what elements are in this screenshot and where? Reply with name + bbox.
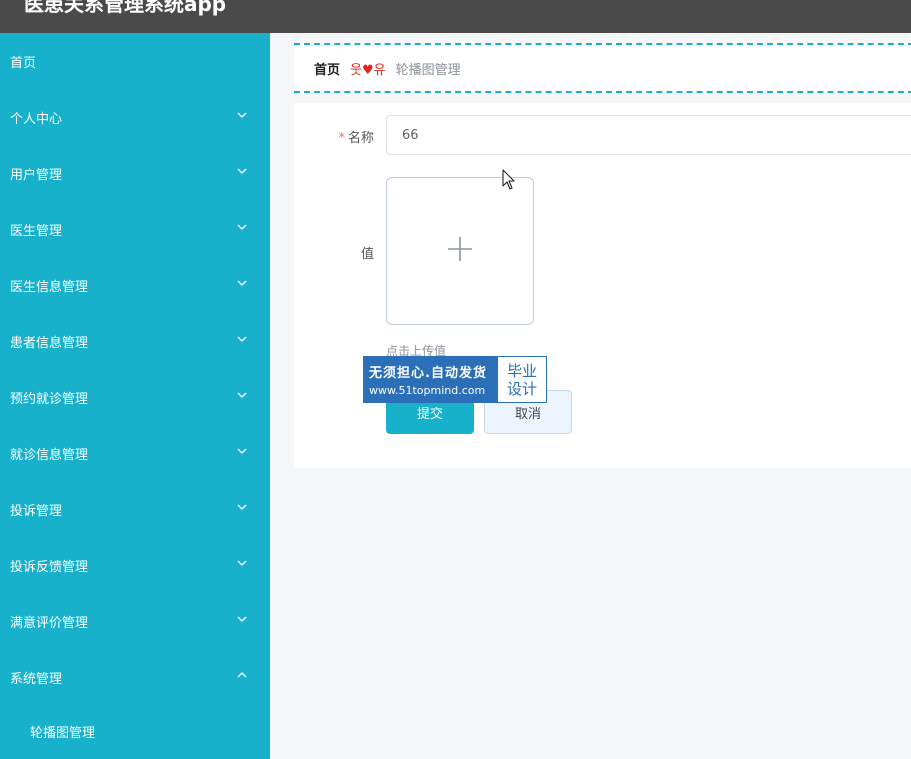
- sidebar-item-label: 投诉管理: [10, 503, 63, 519]
- chevron-down-icon: [236, 333, 248, 345]
- chevron-down-icon: [236, 109, 248, 121]
- name-input[interactable]: [386, 115, 911, 155]
- sidebar-item-system-management[interactable]: 系统管理: [0, 649, 270, 705]
- sidebar-item-label: 满意评价管理: [10, 615, 89, 631]
- sidebar-item-label: 投诉反馈管理: [10, 559, 89, 575]
- watermark-url: www.51topmind.com: [369, 384, 486, 397]
- breadcrumb-current: 轮播图管理: [395, 62, 461, 78]
- chevron-up-icon: [236, 669, 248, 681]
- watermark-banner: 无须担心.自动发货 www.51topmind.com 毕业 设计: [363, 356, 547, 403]
- sidebar-item-label: 医生信息管理: [10, 279, 89, 295]
- sidebar-item-label: 预约就诊管理: [10, 391, 89, 407]
- chevron-down-icon: [236, 165, 248, 177]
- heart-icon: ♥: [361, 62, 374, 78]
- sidebar-item-patient-info-management[interactable]: 患者信息管理: [0, 313, 270, 369]
- value-label: 值: [360, 247, 374, 262]
- breadcrumb-separator-left: 웃: [350, 62, 362, 78]
- chevron-down-icon: [236, 501, 248, 513]
- breadcrumb-separator-right: 유: [373, 62, 386, 78]
- chevron-down-icon: [236, 557, 248, 569]
- watermark-right-bottom: 设计: [506, 379, 537, 398]
- app-title: 医患关系管理系统app: [24, 0, 227, 16]
- name-label: * 名称: [294, 127, 374, 146]
- name-label-text: 名称: [347, 131, 374, 146]
- sidebar-item-label: 个人中心: [10, 111, 63, 127]
- chevron-down-icon: [236, 389, 248, 401]
- breadcrumb: 首页 웃♥유 轮播图管理: [294, 43, 911, 93]
- chevron-down-icon: [236, 613, 248, 625]
- watermark-right: 毕业 设计: [498, 357, 546, 402]
- sidebar-item-label: 就诊信息管理: [10, 447, 89, 463]
- breadcrumb-home[interactable]: 首页: [314, 59, 340, 78]
- sidebar-item-satisfaction-management[interactable]: 满意评价管理: [0, 593, 270, 649]
- image-uploader[interactable]: [386, 177, 534, 325]
- sidebar-item-label: 医生管理: [10, 223, 63, 239]
- sidebar-subitem-carousel-management[interactable]: 轮播图管理: [0, 705, 270, 757]
- plus-icon: [447, 236, 473, 266]
- watermark-slogan: 无须担心.自动发货: [369, 366, 487, 381]
- chevron-down-icon: [236, 221, 248, 233]
- mouse-pointer-icon: [502, 169, 516, 191]
- sidebar-item-complaint-management[interactable]: 投诉管理: [0, 481, 270, 537]
- breadcrumb-separator: 웃♥유: [350, 59, 386, 78]
- watermark-left: 无须担心.自动发货 www.51topmind.com: [364, 357, 498, 402]
- sidebar-item-home[interactable]: 首页: [0, 33, 270, 89]
- sidebar-item-doctor-info-management[interactable]: 医生信息管理: [0, 257, 270, 313]
- sidebar-item-personal-center[interactable]: 个人中心: [0, 89, 270, 145]
- top-bar: 医患关系管理系统app: [0, 0, 911, 33]
- chevron-down-icon: [236, 277, 248, 289]
- sidebar: 首页 个人中心 用户管理 医生管理 医生信息管理 患者信息管理 预约就诊管理 就…: [0, 33, 270, 759]
- required-mark: *: [338, 131, 345, 146]
- carousel-form: *名称 值 点击上传值 提交 取消: [294, 103, 911, 468]
- sidebar-item-doctor-management[interactable]: 医生管理: [0, 201, 270, 257]
- sidebar-item-label: 首页: [10, 55, 37, 71]
- sidebar-item-user-management[interactable]: 用户管理: [0, 145, 270, 201]
- sidebar-item-appointment-management[interactable]: 预约就诊管理: [0, 369, 270, 425]
- chevron-down-icon: [236, 445, 248, 457]
- sidebar-item-visit-info-management[interactable]: 就诊信息管理: [0, 425, 270, 481]
- sidebar-item-complaint-feedback-management[interactable]: 投诉反馈管理: [0, 537, 270, 593]
- sidebar-item-label: 患者信息管理: [10, 335, 89, 351]
- sidebar-subitem-label: 轮播图管理: [30, 725, 96, 741]
- sidebar-item-label: 系统管理: [10, 671, 63, 687]
- watermark-right-top: 毕业: [506, 361, 537, 380]
- sidebar-item-label: 用户管理: [10, 167, 63, 183]
